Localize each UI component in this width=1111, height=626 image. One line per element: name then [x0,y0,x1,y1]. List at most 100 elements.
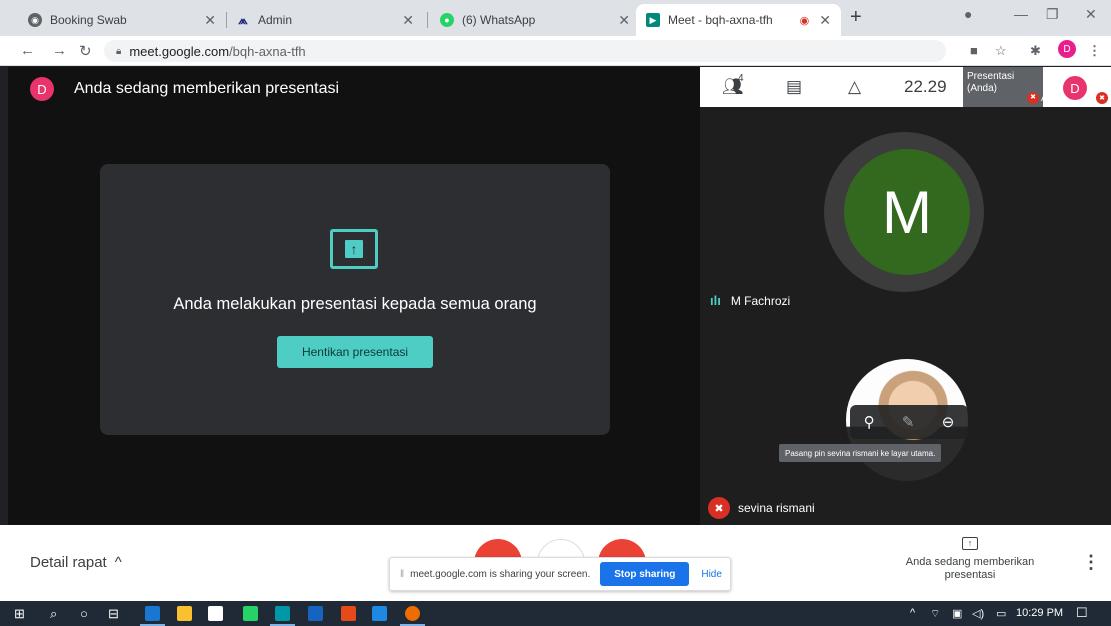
app-icon[interactable] [341,606,356,621]
store-icon[interactable] [208,606,223,621]
close-window-icon[interactable]: ✕ [1085,6,1097,23]
more-options-icon[interactable]: ⋮ [1082,552,1100,573]
tab-title: Meet - bqh-axna-tfh [668,13,773,27]
self-avatar: D [1063,76,1087,100]
restore-icon[interactable]: ❐ [1046,6,1059,23]
search-icon[interactable]: ⌕ [50,606,57,622]
tab-whatsapp[interactable]: ● (6) WhatsApp ✕ [430,4,640,36]
present-screen-icon: ↑ [962,537,978,550]
screen-share-notification: ‖ meet.google.com is sharing your screen… [389,557,731,591]
presenter-avatar: D [30,77,54,101]
back-icon[interactable]: ← [20,42,35,59]
tab-title: (6) WhatsApp [462,13,536,27]
taskbar-clock[interactable]: 10:29 PM [1016,607,1063,619]
tab-booking-swab[interactable]: ◉ Booking Swab ✕ [18,4,226,36]
tab-search-icon[interactable]: ● [964,6,972,22]
edge-icon[interactable] [145,606,160,621]
cortana-icon[interactable]: ○ [80,606,88,621]
meeting-details-label: Detail rapat [30,554,107,571]
close-tab-icon[interactable]: ✕ [819,12,831,29]
self-presentation-thumbnail[interactable]: Presentasi (Anda) ✖ [963,67,1043,107]
chrome-icon[interactable] [405,606,420,621]
presenter-status: Anda sedang memberikan presentasi [74,80,340,97]
tab-title: Booking Swab [50,13,127,27]
profile-avatar[interactable]: D [1058,40,1076,58]
close-tab-icon[interactable]: ✕ [204,12,216,29]
chrome-app-icon[interactable] [275,606,290,621]
menu-icon[interactable]: ⋮ [1088,43,1101,59]
windows-start-icon[interactable]: ⊞ [14,606,25,622]
meeting-details-button[interactable]: Detail rapat ^ [30,554,122,571]
presenting-status-button[interactable]: ↑ Anda sedang memberikan presentasi [900,537,1040,582]
admin-logo-icon: ⩕ [238,12,248,27]
new-tab-button[interactable]: + [850,6,862,29]
self-label: Anda [1041,93,1065,104]
meet-bottom-bar: Detail rapat ^ ‖ meet.google.com is shari… [0,525,1111,601]
muted-icon: ✖ [708,497,730,519]
browser-tab-strip: ◉ Booking Swab ✕ ⩕ Admin ✕ ● (6) WhatsAp… [0,0,1111,36]
volume-icon[interactable]: ◁) [972,607,984,620]
hide-button[interactable]: Hide [701,569,722,580]
self-thumb-label: Presentasi (Anda) [967,71,1015,94]
url-host: meet.google.com [129,43,230,59]
meet-tray-icon[interactable]: ▣ [952,607,962,620]
self-muted-icon: ✖ [1096,92,1108,104]
file-explorer-icon[interactable] [177,606,192,621]
participant-avatar: M [844,149,970,275]
reload-icon[interactable]: ↻ [79,42,92,60]
close-tab-icon[interactable]: ✕ [402,12,414,29]
remove-icon[interactable]: ⊖ [942,413,955,431]
participant-label: ✖ sevina rismani [708,497,815,519]
participant-name: sevina rismani [738,501,815,515]
presenting-message: Anda melakukan presentasi kepada semua o… [173,295,537,313]
word-icon[interactable] [308,606,323,621]
tab-meet[interactable]: ▶ Meet - bqh-axna-tfh ◉ ✕ [636,4,841,36]
bookmark-star-icon[interactable]: ☆ [995,43,1007,59]
presenting-status-label: Anda sedang memberikan presentasi [905,556,1035,581]
sharing-message: meet.google.com is sharing your screen. [410,568,591,580]
chat-icon[interactable]: ▤ [786,77,802,97]
tab-title: Admin [258,13,293,27]
activities-icon[interactable]: △ [848,77,861,97]
minimize-icon[interactable]: — [1014,6,1028,22]
extensions-icon[interactable]: ✱ [1030,43,1041,59]
drag-handle-icon[interactable]: ‖ [400,569,404,580]
stop-presenting-button[interactable]: Hentikan presentasi [277,336,433,368]
forward-icon[interactable]: → [52,42,67,59]
whatsapp-icon: ● [440,13,454,27]
meeting-clock: 22.29 [904,77,947,96]
participant-name: M Fachrozi [730,293,791,308]
url-path: /bqh-axna-tfh [229,43,306,59]
close-tab-icon[interactable]: ✕ [618,12,630,29]
presenter-header: D Anda sedang memberikan presentasi [30,77,339,101]
pin-tooltip: Pasang pin sevina rismani ke layar utama… [779,444,942,462]
chevron-up-icon: ^ [114,554,122,571]
recording-dot-icon: ◉ [799,14,810,27]
speaking-indicator-icon: ılı [710,293,721,308]
network-icon[interactable]: ⌔ [930,607,940,621]
windows-taskbar: ⊞ ⌕ ○ ⊟ ^ ⌔ ▣ ◁) ▭ 10:29 PM ☐ [0,601,1111,626]
battery-icon[interactable]: ▭ [996,607,1006,620]
muted-icon: ✖ [1027,92,1039,104]
address-bar[interactable]: 🔒︎ meet.google.com/bqh-axna-tfh [104,40,946,62]
whatsapp-app-icon[interactable] [243,606,258,621]
presentation-card: ↑ Anda melakukan presentasi kepada semua… [100,164,610,435]
globe-icon: ◉ [28,13,42,27]
meet-top-bar: 👥︎ 4 ▤ △ 22.29 Presentasi (Anda) ✖ Anda [700,67,1111,107]
participant-label: ılı M Fachrozi [710,293,790,308]
presentation-stage: D Anda sedang memberikan presentasi ↑ An… [8,67,700,525]
notifications-icon[interactable]: ☐ [1076,605,1088,621]
tab-admin[interactable]: ⩕ Admin ✕ [226,4,424,36]
tray-overflow-icon[interactable]: ^ [910,607,915,619]
browser-toolbar: ← → ↻ 🔒︎ meet.google.com/bqh-axna-tfh ■ … [0,36,1111,66]
task-view-icon[interactable]: ⊟ [108,606,119,622]
meet-icon: ▶ [646,13,660,27]
participants-panel: 👥︎ 4 ▤ △ 22.29 Presentasi (Anda) ✖ Anda … [700,67,1111,525]
lock-icon: 🔒︎ [116,45,122,57]
stop-sharing-button[interactable]: Stop sharing [600,562,690,586]
vscode-icon[interactable] [372,606,387,621]
people-count: 4 [738,73,744,84]
camera-icon[interactable]: ■ [970,43,978,58]
pin-icon[interactable]: ⚲ [864,413,875,431]
mic-off-icon[interactable]: ✎ [902,413,915,431]
